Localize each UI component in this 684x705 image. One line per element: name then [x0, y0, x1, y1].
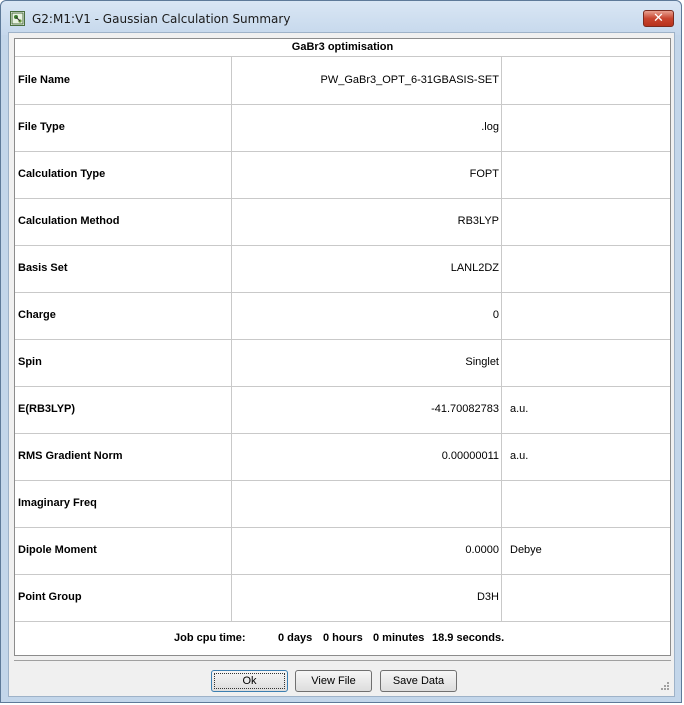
row-unit: Debye	[510, 544, 542, 556]
summary-window: G2:M1:V1 - Gaussian Calculation Summary …	[0, 0, 682, 703]
table-row-file-type: File Type .log	[15, 104, 670, 152]
table-row-imaginary-freq: Imaginary Freq	[15, 480, 670, 528]
table-row-rms-gradient-norm: RMS Gradient Norm 0.00000011 a.u.	[15, 433, 670, 481]
row-value: FOPT	[231, 151, 502, 198]
summary-table: GaBr3 optimisation File Name PW_GaBr3_OP…	[14, 38, 671, 656]
save-data-button-label: Save Data	[392, 675, 445, 687]
table-row-calculation-type: Calculation Type FOPT	[15, 151, 670, 199]
cpu-time-label: Job cpu time:	[174, 632, 246, 644]
view-file-button[interactable]: View File	[295, 670, 372, 692]
table-row-charge: Charge 0	[15, 292, 670, 340]
table-row-basis-set: Basis Set LANL2DZ	[15, 245, 670, 293]
row-label: Calculation Method	[18, 215, 120, 227]
row-value: Singlet	[231, 339, 502, 386]
row-label: E(RB3LYP)	[18, 403, 76, 415]
row-label: Basis Set	[18, 262, 68, 274]
cpu-time-hours: 0 hours	[323, 632, 363, 644]
row-value: D3H	[231, 574, 502, 621]
cpu-time-minutes: 0 minutes	[373, 632, 425, 644]
divider	[14, 660, 671, 661]
table-row-calculation-method: Calculation Method RB3LYP	[15, 198, 670, 246]
row-label: Spin	[18, 356, 42, 368]
row-value: 0.0000	[231, 527, 502, 574]
row-value: 0	[231, 292, 502, 339]
save-data-button[interactable]: Save Data	[380, 670, 457, 692]
row-value	[231, 480, 502, 527]
row-label: Dipole Moment	[18, 544, 97, 556]
window-title: G2:M1:V1 - Gaussian Calculation Summary	[32, 12, 291, 26]
row-value: PW_GaBr3_OPT_6-31GBASIS-SET	[231, 57, 502, 104]
dialog-content: GaBr3 optimisation File Name PW_GaBr3_OP…	[8, 32, 675, 697]
close-icon: ✕	[653, 11, 664, 26]
row-value: -41.70082783	[231, 386, 502, 433]
row-value: RB3LYP	[231, 198, 502, 245]
row-value: .log	[231, 104, 502, 151]
row-value: LANL2DZ	[231, 245, 502, 292]
row-unit: a.u.	[510, 450, 529, 462]
gaussview-app-icon	[10, 11, 25, 26]
table-row-energy: E(RB3LYP) -41.70082783 a.u.	[15, 386, 670, 434]
table-row-dipole-moment: Dipole Moment 0.0000 Debye	[15, 527, 670, 575]
table-row-spin: Spin Singlet	[15, 339, 670, 387]
ok-button[interactable]: Ok	[211, 670, 288, 692]
focus-rect	[214, 673, 285, 689]
table-row-file-name: File Name PW_GaBr3_OPT_6-31GBASIS-SET	[15, 57, 670, 105]
job-cpu-time: Job cpu time: 0 days 0 hours 0 minutes 1…	[15, 621, 670, 655]
row-unit: a.u.	[510, 403, 529, 415]
table-title: GaBr3 optimisation	[15, 39, 670, 57]
cpu-time-seconds: 18.9 seconds.	[432, 632, 505, 644]
row-label: Charge	[18, 309, 56, 321]
row-label: File Type	[18, 121, 65, 133]
resize-grip-icon[interactable]	[660, 681, 670, 691]
cpu-time-days: 0 days	[278, 632, 313, 644]
row-label: Point Group	[18, 591, 82, 603]
row-value: 0.00000011	[231, 433, 502, 480]
row-label: Imaginary Freq	[18, 497, 97, 509]
row-label: File Name	[18, 74, 70, 86]
row-label: Calculation Type	[18, 168, 106, 180]
close-button[interactable]: ✕	[643, 10, 674, 27]
row-label: RMS Gradient Norm	[18, 450, 123, 462]
table-row-point-group: Point Group D3H	[15, 574, 670, 622]
view-file-button-label: View File	[311, 675, 356, 687]
title-bar[interactable]: G2:M1:V1 - Gaussian Calculation Summary …	[1, 1, 681, 35]
